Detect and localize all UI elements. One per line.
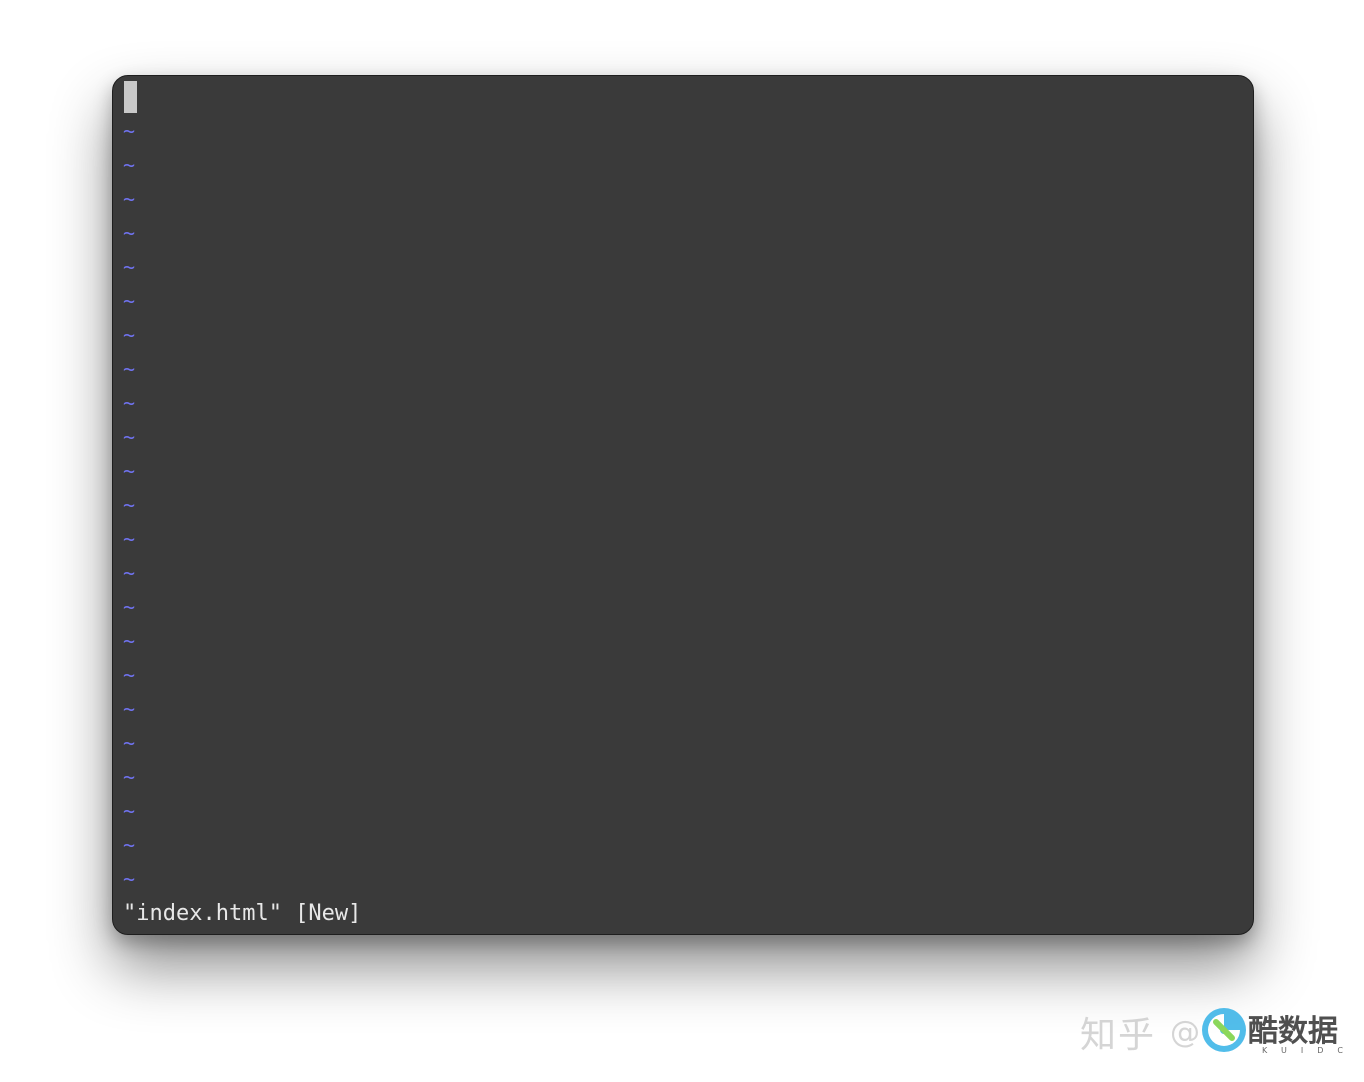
cursor-block (124, 81, 137, 113)
empty-line-marker: ~ (123, 765, 136, 789)
zhihu-watermark-text: 知乎 (1080, 1015, 1157, 1056)
kuidc-logo-icon (1202, 1008, 1246, 1052)
empty-line-marker: ~ (123, 629, 136, 653)
empty-line-marker: ~ (123, 867, 136, 891)
empty-line-marker: ~ (123, 391, 136, 415)
empty-line-marker: ~ (123, 595, 136, 619)
empty-line-marker: ~ (123, 663, 136, 687)
watermark: 知乎 @ 酷数据 KUIDC (1080, 1000, 1350, 1064)
empty-line-marker: ~ (123, 799, 136, 823)
empty-line-marker: ~ (123, 289, 136, 313)
empty-line-marker: ~ (123, 493, 136, 517)
empty-line-marker: ~ (123, 731, 136, 755)
empty-line-marker: ~ (123, 697, 136, 721)
brand-name: 酷数据 (1248, 1014, 1338, 1049)
current-line[interactable] (123, 80, 1243, 114)
empty-line-markers: ~ ~ ~ ~ ~ ~ ~ ~ ~ ~ ~ ~ ~ ~ ~ ~ ~ ~ ~ ~ (123, 114, 1243, 896)
empty-line-marker: ~ (123, 833, 136, 857)
screenshot-canvas: ~ ~ ~ ~ ~ ~ ~ ~ ~ ~ ~ ~ ~ ~ ~ ~ ~ ~ ~ ~ (0, 0, 1364, 1082)
empty-line-marker: ~ (123, 119, 136, 143)
status-message: "index.html" [New] (123, 901, 362, 926)
empty-line-marker: ~ (123, 527, 136, 551)
empty-line-marker: ~ (123, 459, 136, 483)
empty-line-marker: ~ (123, 323, 136, 347)
empty-line-marker: ~ (123, 255, 136, 279)
brand-subtitle: KUIDC (1262, 1046, 1357, 1055)
empty-line-marker: ~ (123, 561, 136, 585)
empty-line-marker: ~ (123, 357, 136, 381)
terminal-window[interactable]: ~ ~ ~ ~ ~ ~ ~ ~ ~ ~ ~ ~ ~ ~ ~ ~ ~ ~ ~ ~ (112, 75, 1254, 935)
empty-line-marker: ~ (123, 221, 136, 245)
empty-line-marker: ~ (123, 425, 136, 449)
empty-line-marker: ~ (123, 187, 136, 211)
at-symbol: @ (1170, 1014, 1201, 1050)
vim-editor-buffer[interactable]: ~ ~ ~ ~ ~ ~ ~ ~ ~ ~ ~ ~ ~ ~ ~ ~ ~ ~ ~ ~ (123, 80, 1243, 934)
empty-line-marker: ~ (123, 153, 136, 177)
